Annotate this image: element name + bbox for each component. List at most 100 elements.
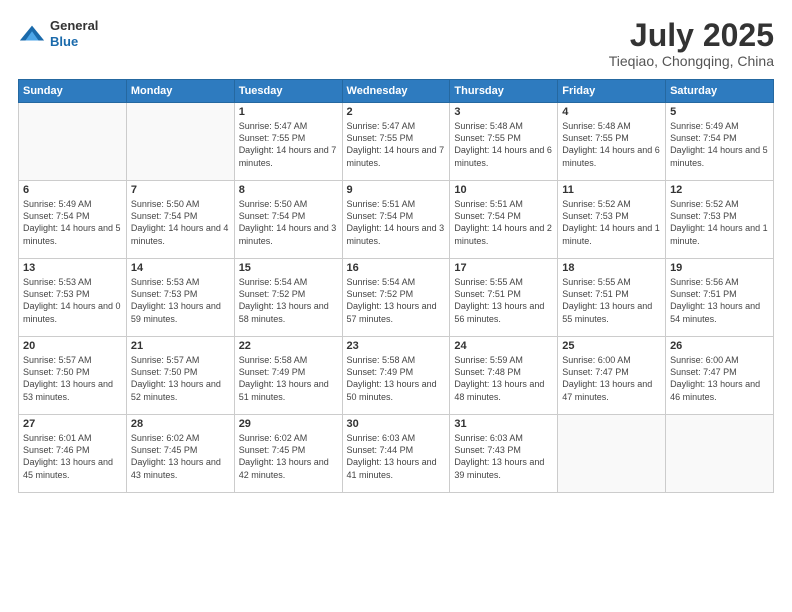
day-info: Sunrise: 5:51 AMSunset: 7:54 PMDaylight:…	[347, 198, 446, 247]
weekday-header: Tuesday	[234, 80, 342, 103]
calendar-cell: 13 Sunrise: 5:53 AMSunset: 7:53 PMDayligh…	[19, 259, 127, 337]
day-info: Sunrise: 6:03 AMSunset: 7:44 PMDaylight:…	[347, 432, 446, 481]
day-number: 19	[670, 262, 769, 274]
day-number: 10	[454, 184, 553, 196]
day-info: Sunrise: 5:49 AMSunset: 7:54 PMDaylight:…	[23, 198, 122, 247]
calendar-cell: 28 Sunrise: 6:02 AMSunset: 7:45 PMDayligh…	[126, 415, 234, 493]
day-info: Sunrise: 6:02 AMSunset: 7:45 PMDaylight:…	[239, 432, 338, 481]
calendar-cell: 31 Sunrise: 6:03 AMSunset: 7:43 PMDayligh…	[450, 415, 558, 493]
day-number: 8	[239, 184, 338, 196]
calendar-cell: 24 Sunrise: 5:59 AMSunset: 7:48 PMDayligh…	[450, 337, 558, 415]
calendar-cell: 16Sunrise: 5:54 AMSunset: 7:52 PMDayligh…	[342, 259, 450, 337]
day-number: 28	[131, 418, 230, 430]
day-number: 23	[347, 340, 446, 352]
week-row: 1 Sunrise: 5:47 AMSunset: 7:55 PMDaylight…	[19, 103, 774, 181]
day-info: Sunrise: 5:53 AMSunset: 7:53 PMDaylight:…	[131, 276, 230, 325]
day-number: 13	[23, 262, 122, 274]
calendar-cell: 2 Sunrise: 5:47 AMSunset: 7:55 PMDaylight…	[342, 103, 450, 181]
logo-icon	[18, 20, 46, 48]
day-info: Sunrise: 5:58 AMSunset: 7:49 PMDaylight:…	[239, 354, 338, 403]
calendar-cell: 26 Sunrise: 6:00 AMSunset: 7:47 PMDayligh…	[666, 337, 774, 415]
weekday-header: Sunday	[19, 80, 127, 103]
day-info: Sunrise: 5:48 AMSunset: 7:55 PMDaylight:…	[454, 120, 553, 169]
day-info: Sunrise: 5:50 AMSunset: 7:54 PMDaylight:…	[239, 198, 338, 247]
day-number: 5	[670, 106, 769, 118]
day-info: Sunrise: 5:54 AMSunset: 7:52 PMDaylight:…	[239, 276, 338, 325]
day-info: Sunrise: 5:52 AMSunset: 7:53 PMDaylight:…	[562, 198, 661, 247]
header: General Blue July 2025 Tieqiao, Chongqin…	[18, 18, 774, 69]
day-number: 4	[562, 106, 661, 118]
page: General Blue July 2025 Tieqiao, Chongqin…	[0, 0, 792, 612]
week-row: 20 Sunrise: 5:57 AMSunset: 7:50 PMDayligh…	[19, 337, 774, 415]
day-number: 6	[23, 184, 122, 196]
day-info: Sunrise: 5:57 AMSunset: 7:50 PMDaylight:…	[131, 354, 230, 403]
day-number: 30	[347, 418, 446, 430]
weekday-header: Saturday	[666, 80, 774, 103]
day-number: 18	[562, 262, 661, 274]
day-number: 24	[454, 340, 553, 352]
day-number: 21	[131, 340, 230, 352]
day-info: Sunrise: 5:58 AMSunset: 7:49 PMDaylight:…	[347, 354, 446, 403]
day-info: Sunrise: 5:52 AMSunset: 7:53 PMDaylight:…	[670, 198, 769, 247]
calendar-cell: 10 Sunrise: 5:51 AMSunset: 7:54 PMDayligh…	[450, 181, 558, 259]
calendar-cell: 3 Sunrise: 5:48 AMSunset: 7:55 PMDaylight…	[450, 103, 558, 181]
calendar-cell: 21 Sunrise: 5:57 AMSunset: 7:50 PMDayligh…	[126, 337, 234, 415]
day-info: Sunrise: 5:59 AMSunset: 7:48 PMDaylight:…	[454, 354, 553, 403]
calendar-cell: 5 Sunrise: 5:49 AMSunset: 7:54 PMDaylight…	[666, 103, 774, 181]
calendar-cell: 1Sunrise: 5:47 AMSunset: 7:55 PMDaylight…	[234, 103, 342, 181]
day-number: 17	[454, 262, 553, 274]
day-info: Sunrise: 5:51 AMSunset: 7:54 PMDaylight:…	[454, 198, 553, 247]
calendar-cell: 12Sunrise: 5:52 AMSunset: 7:53 PMDayligh…	[666, 181, 774, 259]
day-number: 22	[239, 340, 338, 352]
day-info: Sunrise: 5:53 AMSunset: 7:53 PMDaylight:…	[23, 276, 122, 325]
day-number: 26	[670, 340, 769, 352]
day-info: Sunrise: 5:48 AMSunset: 7:55 PMDaylight:…	[562, 120, 661, 169]
day-info: Sunrise: 6:00 AMSunset: 7:47 PMDaylight:…	[670, 354, 769, 403]
calendar-cell: 27Sunrise: 6:01 AMSunset: 7:46 PMDayligh…	[19, 415, 127, 493]
day-info: Sunrise: 6:02 AMSunset: 7:45 PMDaylight:…	[131, 432, 230, 481]
calendar-cell: 19 Sunrise: 5:56 AMSunset: 7:51 PMDayligh…	[666, 259, 774, 337]
calendar-cell: 15 Sunrise: 5:54 AMSunset: 7:52 PMDayligh…	[234, 259, 342, 337]
weekday-header: Monday	[126, 80, 234, 103]
weekday-header: Thursday	[450, 80, 558, 103]
calendar-cell: 8 Sunrise: 5:50 AMSunset: 7:54 PMDaylight…	[234, 181, 342, 259]
title-block: July 2025 Tieqiao, Chongqing, China	[609, 18, 774, 69]
day-info: Sunrise: 6:03 AMSunset: 7:43 PMDaylight:…	[454, 432, 553, 481]
calendar-cell: 11Sunrise: 5:52 AMSunset: 7:53 PMDayligh…	[558, 181, 666, 259]
day-info: Sunrise: 5:47 AMSunset: 7:55 PMDaylight:…	[347, 120, 446, 169]
calendar-cell	[558, 415, 666, 493]
calendar-cell: 20 Sunrise: 5:57 AMSunset: 7:50 PMDayligh…	[19, 337, 127, 415]
day-number: 31	[454, 418, 553, 430]
day-number: 3	[454, 106, 553, 118]
day-number: 14	[131, 262, 230, 274]
weekday-header: Wednesday	[342, 80, 450, 103]
main-title: July 2025	[609, 18, 774, 53]
day-number: 1	[239, 106, 338, 118]
calendar-cell: 23 Sunrise: 5:58 AMSunset: 7:49 PMDayligh…	[342, 337, 450, 415]
calendar-cell	[126, 103, 234, 181]
day-info: Sunrise: 5:50 AMSunset: 7:54 PMDaylight:…	[131, 198, 230, 247]
logo: General Blue	[18, 18, 98, 49]
calendar-cell: 22 Sunrise: 5:58 AMSunset: 7:49 PMDayligh…	[234, 337, 342, 415]
calendar-cell: 7Sunrise: 5:50 AMSunset: 7:54 PMDaylight…	[126, 181, 234, 259]
day-info: Sunrise: 5:56 AMSunset: 7:51 PMDaylight:…	[670, 276, 769, 325]
day-number: 20	[23, 340, 122, 352]
calendar-cell: 9 Sunrise: 5:51 AMSunset: 7:54 PMDaylight…	[342, 181, 450, 259]
calendar-cell: 29Sunrise: 6:02 AMSunset: 7:45 PMDayligh…	[234, 415, 342, 493]
day-info: Sunrise: 5:55 AMSunset: 7:51 PMDaylight:…	[562, 276, 661, 325]
calendar-cell: 18 Sunrise: 5:55 AMSunset: 7:51 PMDayligh…	[558, 259, 666, 337]
header-row: SundayMondayTuesdayWednesdayThursdayFrid…	[19, 80, 774, 103]
calendar-cell: 4 Sunrise: 5:48 AMSunset: 7:55 PMDaylight…	[558, 103, 666, 181]
calendar-cell: 17Sunrise: 5:55 AMSunset: 7:51 PMDayligh…	[450, 259, 558, 337]
day-info: Sunrise: 5:57 AMSunset: 7:50 PMDaylight:…	[23, 354, 122, 403]
week-row: 6 Sunrise: 5:49 AMSunset: 7:54 PMDaylight…	[19, 181, 774, 259]
day-number: 9	[347, 184, 446, 196]
day-number: 15	[239, 262, 338, 274]
day-number: 2	[347, 106, 446, 118]
day-number: 27	[23, 418, 122, 430]
calendar-cell	[19, 103, 127, 181]
logo-text: General Blue	[50, 18, 98, 49]
day-number: 25	[562, 340, 661, 352]
day-info: Sunrise: 5:49 AMSunset: 7:54 PMDaylight:…	[670, 120, 769, 169]
day-number: 16	[347, 262, 446, 274]
